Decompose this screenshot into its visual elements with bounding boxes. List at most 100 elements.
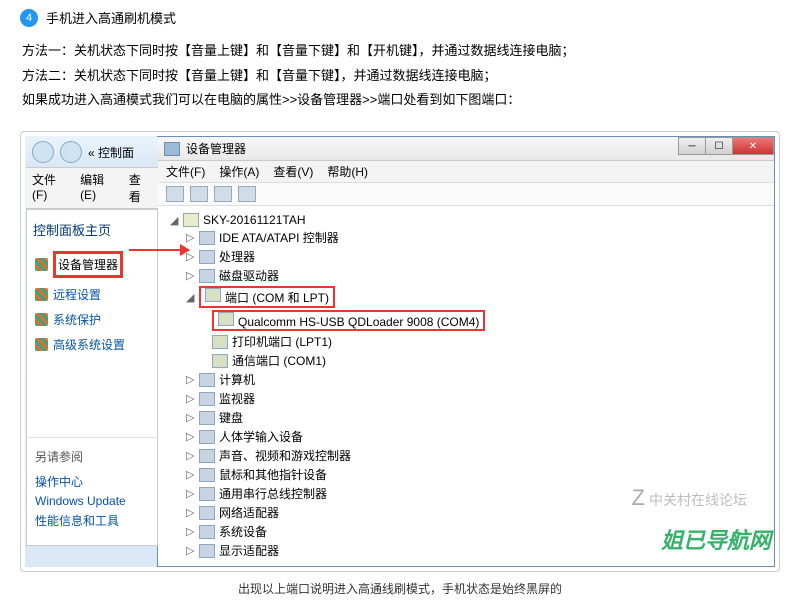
tree-label: 处理器 [219, 248, 255, 265]
tree-label: 声音、视频和游戏控制器 [219, 447, 351, 464]
red-highlight-ports: 端口 (COM 和 LPT) [199, 286, 335, 308]
tree-label: SKY-20161121TAH [203, 213, 306, 227]
expand-icon[interactable]: ▷ [186, 231, 197, 244]
device-icon [199, 411, 215, 425]
cp-link-action[interactable]: 操作中心 [35, 471, 149, 492]
watermark-site: 姐已导航网 [661, 523, 771, 555]
menu-file[interactable]: 文件(F) [166, 163, 205, 180]
breadcrumb[interactable]: « 控制面 [88, 144, 134, 161]
toolbar-icon[interactable] [166, 186, 184, 202]
tree-node[interactable]: ▷ 鼠标和其他指针设备 [170, 465, 774, 484]
device-icon [199, 430, 215, 444]
red-arrow-annotation [129, 249, 189, 251]
tree-node[interactable]: ▷ IDE ATA/ATAPI 控制器 [170, 228, 774, 247]
close-button[interactable]: ✕ [732, 137, 774, 155]
toolbar-icon[interactable] [214, 186, 232, 202]
cp-link-wu[interactable]: Windows Update [35, 492, 149, 510]
cp-link-devmgr-label: 设备管理器 [53, 251, 123, 278]
menu-view[interactable]: 查看 [129, 171, 152, 205]
expand-icon[interactable]: ▷ [186, 269, 197, 282]
device-icon [199, 487, 215, 501]
port-icon [212, 354, 228, 368]
device-icon [199, 506, 215, 520]
step-number-badge: 4 [20, 9, 38, 27]
tree-label: IDE ATA/ATAPI 控制器 [219, 229, 339, 246]
cp-body: 控制面板主页 设备管理器 远程设置 系统保护 高级系统设置 另请参阅 操作中心 … [26, 209, 158, 546]
tree-label: 监视器 [219, 390, 255, 407]
watermark-text: 中关村在线论坛 [649, 492, 747, 508]
devmgr-menubar: 文件(F) 操作(A) 查看(V) 帮助(H) [158, 161, 774, 183]
expand-icon[interactable]: ▷ [186, 487, 197, 500]
tree-node[interactable]: ▷ 声音、视频和游戏控制器 [170, 446, 774, 465]
screenshot-frame: « 控制面 文件(F) 编辑(E) 查看 控制面板主页 设备管理器 远程设置 系… [20, 131, 780, 572]
menu-file[interactable]: 文件(F) [32, 171, 70, 205]
expand-icon[interactable]: ▷ [186, 525, 197, 538]
step-header: 4 手机进入高通刷机模式 [20, 8, 780, 27]
device-tree[interactable]: ◢SKY-20161121TAH ▷IDE ATA/ATAPI 控制器 ▷处理器… [158, 206, 774, 566]
titlebar: 设备管理器 ─ ☐ ✕ [158, 137, 774, 161]
tree-label: 系统设备 [219, 523, 267, 540]
expand-icon[interactable]: ▷ [186, 506, 197, 519]
device-icon [199, 525, 215, 539]
tree-node-ports[interactable]: ◢端口 (COM 和 LPT) [170, 285, 774, 309]
tree-node[interactable]: 打印机端口 (LPT1) [170, 332, 774, 351]
toolbar-icon[interactable] [190, 186, 208, 202]
cp-link-perf[interactable]: 性能信息和工具 [35, 510, 149, 531]
tree-label: 显示适配器 [219, 542, 279, 559]
expand-icon[interactable]: ▷ [186, 411, 197, 424]
back-arrow-icon[interactable] [32, 141, 54, 163]
device-icon [199, 231, 215, 245]
tree-node[interactable]: ▷ 监视器 [170, 389, 774, 408]
tree-node-qualcomm[interactable]: Qualcomm HS-USB QDLoader 9008 (COM4) [170, 309, 774, 332]
expand-icon[interactable]: ▷ [186, 430, 197, 443]
tree-node[interactable]: ▷ 计算机 [170, 370, 774, 389]
tree-root[interactable]: ◢ SKY-20161121TAH [170, 212, 774, 228]
toolbar-icon[interactable] [238, 186, 256, 202]
instructions-block: 方法一：关机状态下同时按【音量上键】和【音量下键】和【开机键】，并通过数据线连接… [22, 39, 780, 113]
tree-label: 鼠标和其他指针设备 [219, 466, 327, 483]
forward-arrow-icon[interactable] [60, 141, 82, 163]
maximize-button[interactable]: ☐ [705, 137, 733, 155]
shield-icon [35, 258, 48, 271]
cp-link-advanced[interactable]: 高级系统设置 [33, 332, 151, 357]
tree-node[interactable]: ▷处理器 [170, 247, 774, 266]
cp-link-label: 系统保护 [53, 311, 101, 328]
minimize-button[interactable]: ─ [678, 137, 706, 155]
device-icon [199, 373, 215, 387]
watermark-z-icon: Z [632, 485, 645, 510]
expand-icon[interactable]: ▷ [186, 468, 197, 481]
collapse-icon[interactable]: ◢ [186, 291, 197, 304]
cp-link-protect[interactable]: 系统保护 [33, 307, 151, 332]
shield-icon [35, 313, 48, 326]
cp-link-remote[interactable]: 远程设置 [33, 282, 151, 307]
cp-link-devmgr[interactable]: 设备管理器 [33, 247, 151, 282]
expand-icon[interactable]: ▷ [186, 373, 197, 386]
cp-see-also: 另请参阅 操作中心 Windows Update 性能信息和工具 [27, 437, 157, 535]
expand-icon[interactable]: ▷ [186, 392, 197, 405]
collapse-icon[interactable]: ◢ [170, 214, 181, 227]
device-icon [199, 269, 215, 283]
port-icon [218, 312, 234, 326]
devmgr-toolbar [158, 183, 774, 206]
device-icon [199, 468, 215, 482]
expand-icon[interactable]: ▷ [186, 449, 197, 462]
cp-link-label: 高级系统设置 [53, 336, 125, 353]
tree-node[interactable]: ▷键盘 [170, 408, 774, 427]
tree-label: Qualcomm HS-USB QDLoader 9008 (COM4) [238, 315, 479, 329]
expand-icon[interactable]: ▷ [186, 544, 197, 557]
menu-action[interactable]: 操作(A) [219, 163, 259, 180]
device-icon [199, 250, 215, 264]
menu-edit[interactable]: 编辑(E) [80, 171, 119, 205]
port-icon [212, 335, 228, 349]
menu-help[interactable]: 帮助(H) [327, 163, 368, 180]
tree-node[interactable]: ▷人体学输入设备 [170, 427, 774, 446]
cp-heading: 控制面板主页 [33, 220, 151, 239]
tree-node[interactable]: 通信端口 (COM1) [170, 351, 774, 370]
tree-label: 计算机 [219, 371, 255, 388]
tree-label: 通信端口 (COM1) [232, 352, 326, 369]
menu-view[interactable]: 查看(V) [273, 163, 313, 180]
tree-node[interactable]: ▷ 磁盘驱动器 [170, 266, 774, 285]
tree-label: 网络适配器 [219, 504, 279, 521]
tree-label: 磁盘驱动器 [219, 267, 279, 284]
instruction-line: 方法二：关机状态下同时按【音量上键】和【音量下键】，并通过数据线连接电脑； [22, 64, 780, 89]
